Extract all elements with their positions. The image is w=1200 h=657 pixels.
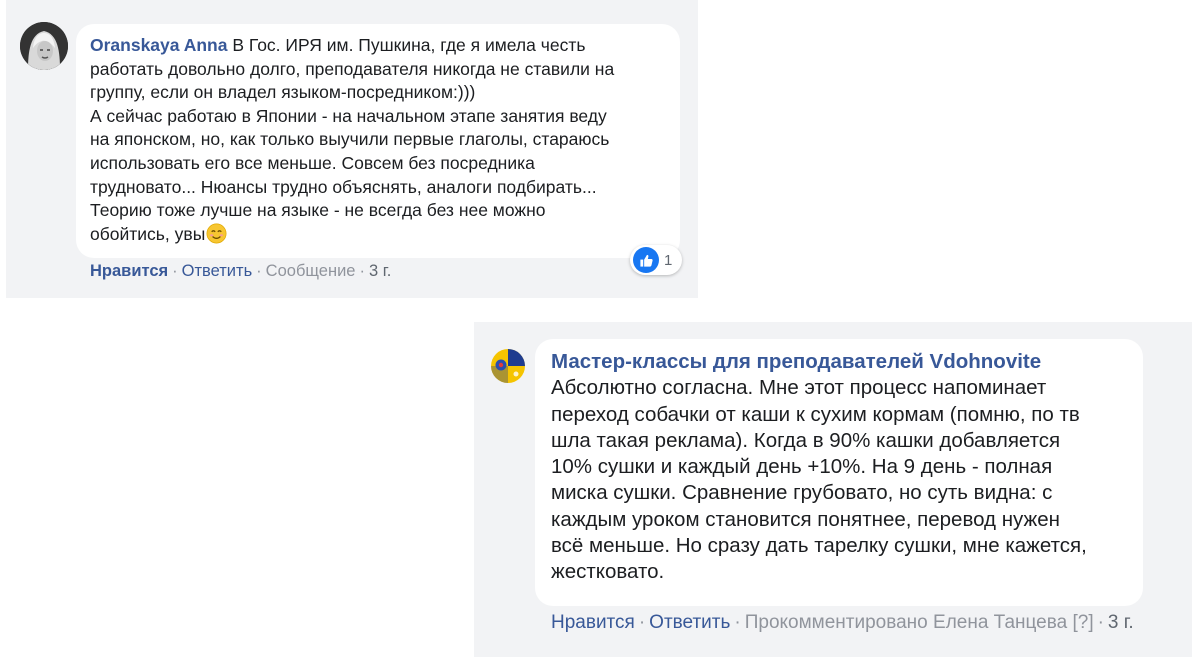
comment-text: В Гос. ИРЯ им. Пушкина, где я имела чест…	[90, 35, 615, 244]
reactions-badge[interactable]: 1	[630, 245, 682, 275]
user-avatar-image	[20, 22, 68, 70]
smiling-face-emoji	[206, 223, 227, 244]
like-button[interactable]: Нравится	[90, 262, 168, 280]
comment-text: Абсолютно согласна. Мне этот процесс нап…	[551, 376, 1087, 584]
reply-button[interactable]: Ответить	[649, 612, 730, 633]
like-button[interactable]: Нравится	[551, 612, 635, 633]
thumbs-up-icon	[633, 247, 659, 273]
separator-dot: ·	[359, 262, 365, 280]
reaction-count: 1	[664, 251, 673, 269]
avatar[interactable]	[490, 348, 526, 384]
comment-timestamp[interactable]: 3 г.	[369, 262, 391, 280]
separator-dot: ·	[1097, 612, 1104, 633]
separator-dot: ·	[172, 262, 178, 280]
separator-dot: ·	[256, 262, 262, 280]
message-button[interactable]: Сообщение	[266, 262, 356, 280]
comment-author[interactable]: Мастер-классы для преподавателей Vdohnov…	[551, 350, 1041, 373]
avatar[interactable]	[20, 22, 68, 70]
comment-actions: Нравится · Ответить · Прокомментировано Елен…	[551, 612, 1134, 634]
page-logo-icon	[491, 349, 525, 383]
commented-by-label: Прокомментировано Елена Танцева	[744, 612, 1068, 633]
separator-dot: ·	[734, 612, 741, 633]
help-link[interactable]: [?]	[1072, 612, 1093, 633]
comment-body: Мастер-классы для преподавателей Vdohnov…	[551, 349, 1131, 586]
comment-actions: Нравится · Ответить · Сообщение · 3 г.	[90, 262, 391, 281]
comment-body: Oranskaya Anna В Гос. ИРЯ им. Пушкина, г…	[90, 34, 676, 246]
comment-timestamp[interactable]: 3 г.	[1108, 612, 1134, 633]
comment-author[interactable]: Oranskaya Anna	[90, 35, 227, 55]
reply-button[interactable]: Ответить	[182, 262, 253, 280]
separator-dot: ·	[638, 612, 646, 633]
